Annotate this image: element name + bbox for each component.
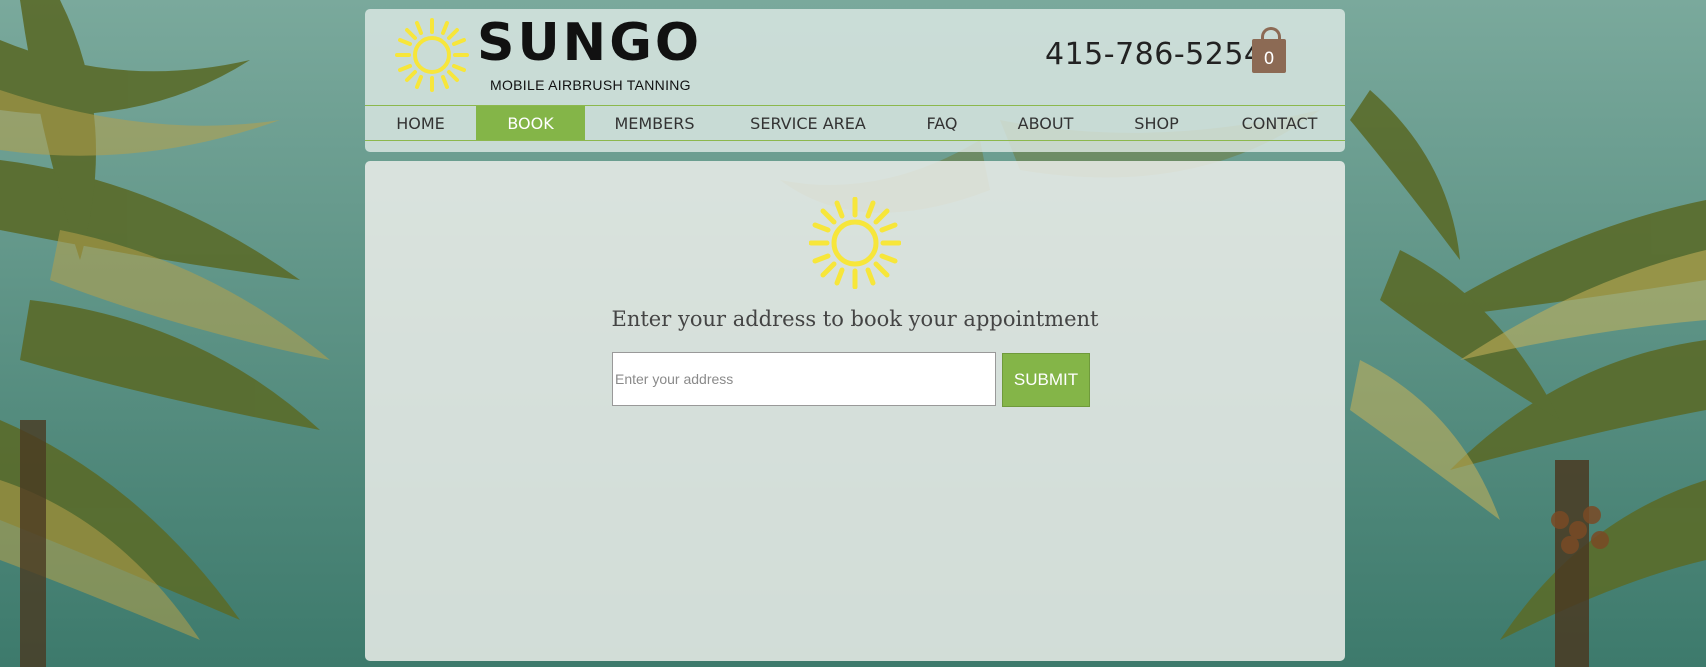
brand-name: SUNGO <box>477 13 703 73</box>
cart-button[interactable]: 0 <box>1252 27 1288 73</box>
nav-item-service-area[interactable]: SERVICE AREA <box>724 106 892 140</box>
nav-item-faq[interactable]: FAQ <box>892 106 992 140</box>
booking-prompt: Enter your address to book your appointm… <box>611 307 1099 331</box>
nav-item-book[interactable]: BOOK <box>476 106 585 140</box>
sun-logo-icon <box>395 18 469 92</box>
phone-number[interactable]: 415-786-5254 <box>1045 37 1264 72</box>
nav-item-home[interactable]: HOME <box>365 106 476 140</box>
submit-button[interactable]: SUBMIT <box>1002 353 1090 407</box>
nav-item-about[interactable]: ABOUT <box>992 106 1099 140</box>
brand-logo[interactable]: SUNGO MOBILE AIRBRUSH TANNING <box>395 17 702 93</box>
brand-tagline: MOBILE AIRBRUSH TANNING <box>490 77 691 93</box>
booking-panel: Enter your address to book your appointm… <box>365 161 1345 661</box>
main-nav: HOME BOOK MEMBERS SERVICE AREA FAQ ABOUT… <box>365 105 1345 141</box>
nav-item-contact[interactable]: CONTACT <box>1214 106 1345 140</box>
site-header: SUNGO MOBILE AIRBRUSH TANNING 415-786-52… <box>365 9 1345 152</box>
nav-item-shop[interactable]: SHOP <box>1099 106 1214 140</box>
address-input[interactable] <box>612 352 996 406</box>
nav-item-members[interactable]: MEMBERS <box>585 106 724 140</box>
sun-icon <box>809 197 901 289</box>
cart-count: 0 <box>1263 49 1275 69</box>
